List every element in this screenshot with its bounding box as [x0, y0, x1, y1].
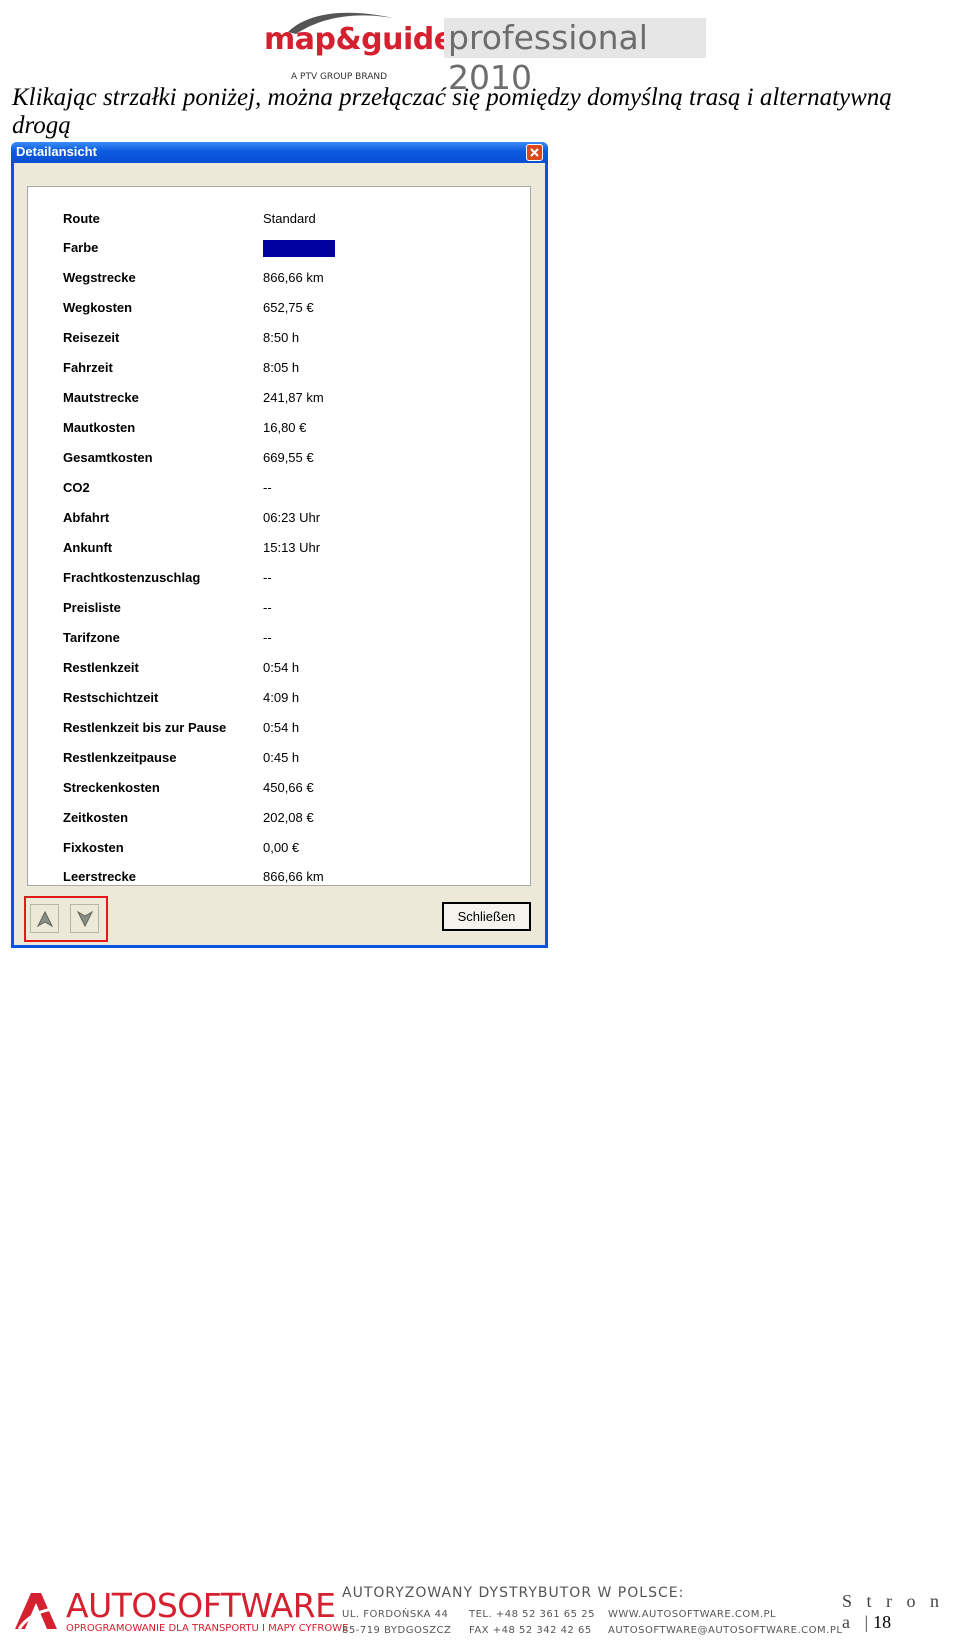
- footer-address: AUTORYZOWANY DYSTRYBUTOR W POLSCE: UL. F…: [342, 1585, 842, 1636]
- page-number-value: 18: [873, 1612, 892, 1632]
- footer-heading: AUTORYZOWANY DYSTRYBUTOR W POLSCE:: [342, 1585, 685, 1601]
- row-value: 0,00 €: [263, 840, 300, 855]
- row-value: --: [263, 480, 272, 495]
- row-label: Restlenkzeitpause: [63, 750, 177, 765]
- row-value: 15:13 Uhr: [263, 540, 321, 555]
- footer-email: AUTOSOFTWARE@AUTOSOFTWARE.COM.PL: [608, 1625, 843, 1636]
- mapguide-logo: map&guide A PTV GROUP BRAND professional…: [258, 2, 710, 97]
- row-value: 669,55 €: [263, 450, 314, 465]
- window-titlebar[interactable]: Detailansicht: [11, 142, 548, 163]
- route-nav-highlight: [24, 896, 108, 942]
- row-value: 202,08 €: [263, 810, 314, 825]
- row-value: --: [263, 600, 272, 615]
- row-label: Zeitkosten: [63, 810, 129, 825]
- footer-tel: TEL. +48 52 361 65 25: [469, 1609, 595, 1620]
- row-label: Mautkosten: [63, 420, 136, 435]
- row-value: 0:54 h: [263, 720, 300, 735]
- autosoftware-logo-icon: [15, 1593, 57, 1630]
- page-label: S t r o n a |: [842, 1591, 945, 1632]
- color-swatch-cell: [263, 240, 335, 260]
- previous-route-button[interactable]: [30, 904, 59, 933]
- row-value: --: [263, 630, 272, 645]
- row-value: 866,66 km: [263, 869, 324, 884]
- row-value: 450,66 €: [263, 780, 314, 795]
- row-label: Ankunft: [63, 540, 113, 555]
- row-label: Reisezeit: [63, 330, 120, 345]
- intro-text: Klikając strzałki poniżej, można przełąc…: [12, 84, 892, 139]
- row-label: Fahrzeit: [63, 360, 113, 375]
- row-value: 4:09 h: [263, 690, 300, 705]
- row-label: Tarifzone: [63, 630, 120, 645]
- row-label: Restlenkzeit bis zur Pause: [63, 720, 227, 735]
- row-label: Route: [63, 211, 100, 226]
- logo-text: map&guide: [264, 22, 454, 57]
- row-label: Wegstrecke: [63, 270, 136, 285]
- detail-window: Detailansicht Route Standard Farbe Wegstr…: [11, 142, 548, 948]
- row-value: 241,87 km: [263, 390, 324, 405]
- arrow-down-icon: [76, 910, 94, 928]
- logo-tagline: A PTV GROUP BRAND: [291, 72, 388, 82]
- row-value: 06:23 Uhr: [263, 510, 321, 525]
- page-footer: AUTOSOFTWARE OPROGRAMOWANIE DLA TRANSPOR…: [0, 1583, 960, 1640]
- row-label: Farbe: [63, 240, 99, 255]
- row-label: CO2: [63, 480, 90, 495]
- footer-www: WWW.AUTOSOFTWARE.COM.PL: [608, 1609, 777, 1620]
- footer-brand: AUTOSOFTWARE: [66, 1586, 336, 1625]
- row-label: Leerstrecke: [63, 869, 136, 884]
- route-color-swatch: [263, 240, 335, 257]
- window-title: Detailansicht: [16, 144, 97, 159]
- row-label: Streckenkosten: [63, 780, 160, 795]
- window-client: Route Standard Farbe Wegstrecke 866,66 km …: [14, 163, 545, 945]
- product-name: professional 2010: [444, 18, 706, 97]
- row-label: Restlenkzeit: [63, 660, 139, 675]
- arrow-up-icon: [36, 910, 54, 928]
- row-label: Abfahrt: [63, 510, 110, 525]
- row-value: 866,66 km: [263, 270, 324, 285]
- row-value: 0:54 h: [263, 660, 300, 675]
- row-label: Fixkosten: [63, 840, 124, 855]
- row-label: Wegkosten: [63, 300, 133, 315]
- row-label: Restschichtzeit: [63, 690, 159, 705]
- close-dialog-button[interactable]: Schließen: [442, 902, 531, 931]
- footer-street: UL. FORDOŃSKA 44: [342, 1609, 449, 1620]
- row-value: Standard: [263, 211, 316, 226]
- row-value: 16,80 €: [263, 420, 307, 435]
- row-label: Gesamtkosten: [63, 450, 153, 465]
- row-value: 8:50 h: [263, 330, 300, 345]
- window-close-button[interactable]: [526, 144, 543, 161]
- details-panel: Route Standard Farbe Wegstrecke 866,66 km …: [27, 186, 531, 886]
- row-label: Preisliste: [63, 600, 121, 615]
- row-label: Frachtkostenzuschlag: [63, 570, 201, 585]
- footer-city: 85-719 BYDGOSZCZ: [342, 1625, 452, 1636]
- row-value: 8:05 h: [263, 360, 300, 375]
- page-number: S t r o n a |18: [842, 1591, 960, 1633]
- row-value: 0:45 h: [263, 750, 300, 765]
- close-icon: [530, 148, 539, 157]
- next-route-button[interactable]: [70, 904, 99, 933]
- row-value: 652,75 €: [263, 300, 314, 315]
- footer-fax: FAX +48 52 342 42 65: [469, 1625, 592, 1636]
- footer-brand-sub: OPROGRAMOWANIE DLA TRANSPORTU I MAPY CYF…: [66, 1623, 349, 1634]
- row-value: --: [263, 570, 272, 585]
- row-label: Mautstrecke: [63, 390, 139, 405]
